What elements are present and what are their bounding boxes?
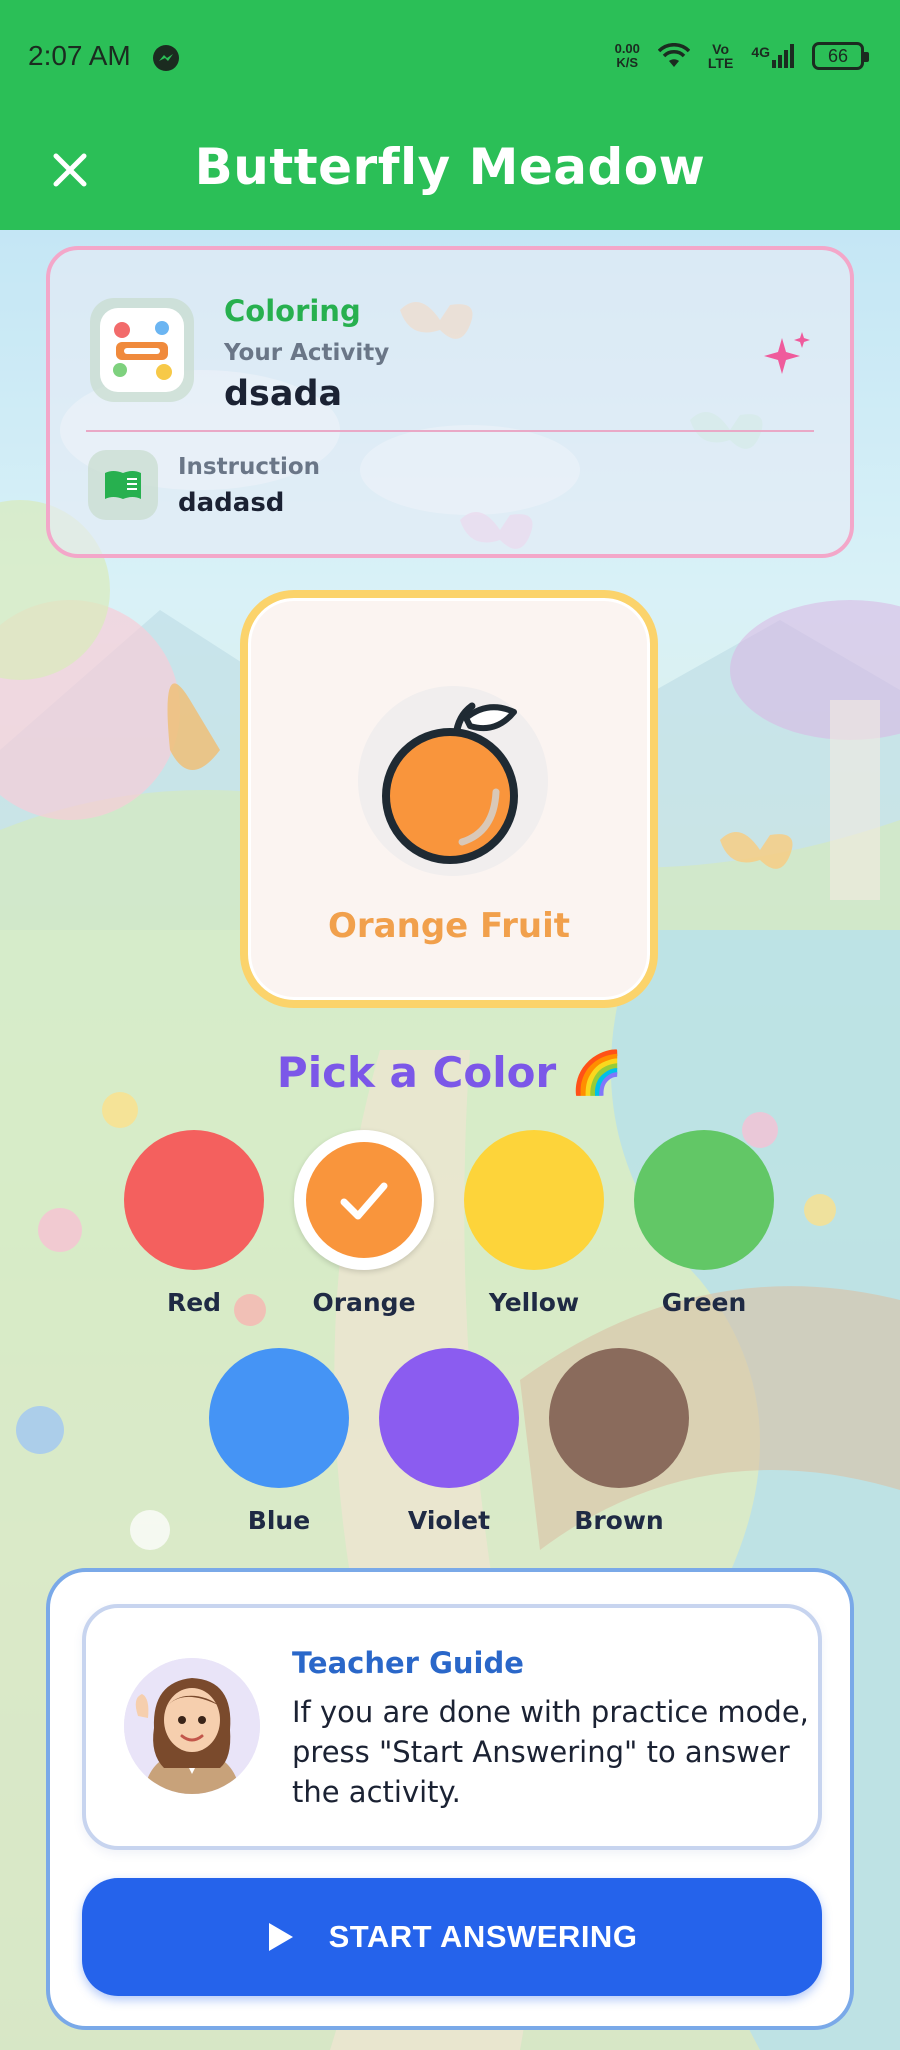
status-time: 2:07 AM — [28, 40, 131, 71]
wifi-icon — [657, 43, 690, 67]
page-title: Butterfly Meadow — [194, 138, 706, 196]
status-bar: 2:07 AM 0.00 K/S Vo LTE 4G 66 — [0, 0, 900, 112]
color-label-yellow: Yellow — [488, 1288, 580, 1317]
coloring-logo-icon — [106, 314, 178, 386]
start-answering-button[interactable]: START ANSWERING — [82, 1878, 822, 1996]
play-icon — [268, 1923, 293, 1951]
teacher-avatar — [124, 1658, 260, 1794]
orange-fruit-icon — [382, 702, 518, 864]
color-swatch-green[interactable] — [634, 1130, 774, 1270]
color-label-brown: Brown — [574, 1506, 664, 1535]
color-swatch-yellow[interactable] — [464, 1130, 604, 1270]
object-name: Orange Fruit — [328, 906, 570, 946]
color-swatch-blue[interactable] — [209, 1348, 349, 1488]
signal-icon: 4G — [751, 44, 794, 68]
color-label-green: Green — [661, 1288, 747, 1317]
checkmark-icon — [340, 1182, 388, 1220]
messenger-icon — [153, 45, 179, 71]
volte-indicator: Vo LTE — [707, 41, 734, 71]
activity-thumbnail — [90, 298, 194, 402]
instruction-text: dadasd — [178, 488, 285, 518]
net-speed: 0.00 K/S — [614, 41, 640, 70]
teacher-guide-message: If you are done with practice mode, pres… — [292, 1695, 809, 1809]
instruction-label: Instruction — [178, 454, 321, 480]
app-header: Butterfly Meadow — [0, 112, 900, 230]
sparkle-icon — [764, 332, 810, 374]
object-preview — [358, 686, 548, 876]
status-indicators: 0.00 K/S Vo LTE 4G 66 — [614, 38, 869, 74]
color-label-violet: Violet — [407, 1506, 491, 1535]
activity-type: Coloring — [224, 294, 361, 328]
color-swatch-orange[interactable] — [294, 1130, 434, 1270]
color-label-orange: Orange — [312, 1288, 416, 1317]
book-icon — [105, 471, 141, 499]
color-picker-title: Pick a Color 🌈 — [276, 1048, 624, 1097]
color-swatch-red[interactable] — [124, 1130, 264, 1270]
color-label-blue: Blue — [247, 1506, 311, 1535]
battery-icon: 66 — [812, 42, 869, 70]
coloring-object-card[interactable]: Orange Fruit — [240, 590, 658, 1008]
activity-label: Your Activity — [224, 340, 390, 366]
card-divider — [86, 430, 814, 432]
teacher-guide-title: Teacher Guide — [292, 1646, 524, 1680]
instruction-badge — [88, 450, 158, 520]
color-swatch-violet[interactable] — [379, 1348, 519, 1488]
teacher-guide-card: Teacher Guide If you are done with pract… — [82, 1604, 822, 1850]
activity-info-card: Coloring Your Activity dsada Instruction… — [46, 246, 854, 558]
teacher-guide-panel: Teacher Guide If you are done with pract… — [46, 1568, 854, 2030]
start-answering-label: START ANSWERING — [328, 1919, 638, 1954]
activity-name: dsada — [224, 374, 343, 414]
color-label-red: Red — [166, 1288, 222, 1317]
color-swatch-brown[interactable] — [549, 1348, 689, 1488]
